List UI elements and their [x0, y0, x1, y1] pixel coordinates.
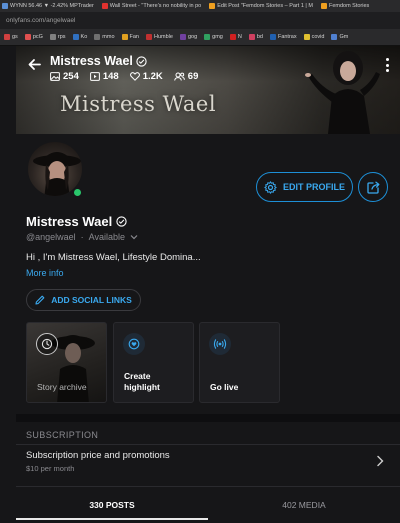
subscription-price-row[interactable]: Subscription price and promotions $10 pe…: [16, 445, 400, 481]
browser-tab-strip: WYNN 56.46 ▼ -2.42% MPTrader Wall Street…: [0, 0, 400, 12]
subscription-title: Subscription price and promotions: [26, 450, 170, 461]
separator-dot: ·: [80, 232, 84, 242]
tab-favicon-icon: [209, 3, 216, 9]
video-icon: [89, 72, 100, 81]
clock-icon: [36, 333, 58, 355]
pencil-icon: [35, 295, 45, 305]
subscription-price: $10 per month: [26, 464, 75, 473]
add-social-links-button[interactable]: ADD SOCIAL LINKS: [26, 289, 141, 311]
profile-page: Mistress Wael Mistress Wael 254 148 1.2K…: [16, 46, 400, 523]
bookmark-favicon-icon: [269, 34, 276, 40]
header-info: Mistress Wael 254 148 1.2K 69: [50, 54, 198, 82]
bookmark-item[interactable]: gmg: [204, 34, 223, 40]
users-icon: [173, 72, 185, 81]
back-button[interactable]: [26, 56, 42, 72]
browser-tab[interactable]: Edit Post "Femdom Stories – Part 1 | M: [209, 3, 313, 9]
address-bar[interactable]: onlyfans.com/angelwael: [0, 12, 400, 29]
bookmark-favicon-icon: [331, 34, 338, 40]
bookmark-item[interactable]: pcG: [24, 34, 43, 40]
bookmark-item[interactable]: Fantrax: [269, 34, 297, 40]
stat-photos: 254: [50, 71, 79, 82]
cover-header: Mistress Wael 254 148 1.2K 69: [16, 46, 400, 82]
bookmark-favicon-icon: [72, 34, 79, 40]
bookmark-favicon-icon: [121, 34, 128, 40]
share-button[interactable]: [358, 172, 388, 202]
more-options-icon[interactable]: [384, 58, 390, 72]
tab-favicon-icon: [101, 3, 108, 9]
bookmark-favicon-icon: [49, 34, 56, 40]
browser-tab[interactable]: Wall Street - "There's no nobility in po: [101, 3, 201, 9]
create-highlight-tile[interactable]: Create highlight: [113, 322, 194, 403]
tab-favicon-icon: [2, 3, 8, 9]
bookmark-favicon-icon: [248, 34, 255, 40]
heart-circle-icon: [123, 333, 145, 355]
bookmark-item[interactable]: gog: [179, 34, 197, 40]
bookmark-favicon-icon: [303, 34, 310, 40]
bookmark-favicon-icon: [24, 34, 31, 40]
go-live-label: Go live: [210, 382, 239, 392]
more-info-link[interactable]: More info: [26, 268, 64, 278]
bookmark-item[interactable]: Gm: [331, 34, 348, 40]
cover-title: Mistress Wael: [60, 92, 217, 116]
verified-icon: [116, 216, 127, 227]
bookmark-favicon-icon: [4, 34, 10, 40]
chevron-right-icon: [377, 455, 384, 467]
bookmark-item[interactable]: rps: [49, 34, 66, 40]
browser-tab[interactable]: Femdom Stories: [320, 3, 369, 9]
stat-likes: 1.2K: [129, 71, 163, 82]
gear-icon: [264, 180, 277, 194]
chevron-down-icon[interactable]: [130, 234, 138, 240]
bookmark-item[interactable]: bd: [248, 34, 263, 40]
heart-icon: [129, 72, 140, 81]
bookmark-item[interactable]: gs: [4, 34, 18, 40]
bookmarks-bar: gs pcG rps Ko mmo Fan Humble gog gmg N b…: [0, 29, 400, 46]
broadcast-icon: [209, 333, 231, 355]
bookmark-favicon-icon: [204, 34, 211, 40]
share-icon: [366, 181, 379, 194]
online-status-dot: [72, 187, 83, 198]
url-text: onlyfans.com/angelwael: [6, 17, 76, 24]
browser-window: WYNN 56.46 ▼ -2.42% MPTrader Wall Street…: [0, 0, 400, 523]
bookmark-item[interactable]: covid: [303, 34, 324, 40]
browser-tab[interactable]: WYNN 56.46 ▼ -2.42% MPTrader: [2, 3, 94, 9]
tab-favicon-icon: [320, 3, 327, 9]
arrow-left-icon: [28, 58, 41, 70]
verified-icon: [136, 55, 147, 67]
bookmark-favicon-icon: [229, 34, 236, 40]
handle-row: @angelwael · Available: [26, 232, 138, 242]
stat-videos: 148: [89, 71, 119, 82]
story-archive-tile[interactable]: Story archive: [26, 322, 107, 403]
image-icon: [50, 72, 60, 81]
tab-media[interactable]: 402 MEDIA: [208, 487, 400, 523]
bookmark-favicon-icon: [94, 34, 101, 40]
section-divider: [16, 414, 400, 422]
bookmark-item[interactable]: N: [229, 34, 242, 40]
bookmark-favicon-icon: [146, 34, 152, 40]
stat-fans: 69: [173, 71, 198, 82]
bookmark-item[interactable]: Humble: [146, 34, 173, 40]
bookmark-favicon-icon: [179, 34, 186, 40]
profile-handle: @angelwael: [26, 232, 76, 242]
create-highlight-label: Create highlight: [124, 371, 160, 392]
go-live-tile[interactable]: Go live: [199, 322, 280, 403]
edit-profile-button[interactable]: EDIT PROFILE: [256, 172, 353, 202]
availability-status[interactable]: Available: [89, 232, 125, 242]
content-tabs: 330 POSTS 402 MEDIA: [16, 486, 400, 523]
bookmark-item[interactable]: Ko: [72, 34, 87, 40]
profile-stats: 254 148 1.2K 69: [50, 71, 198, 82]
cover-banner: Mistress Wael Mistress Wael 254 148 1.2K…: [16, 46, 400, 134]
subscription-heading: SUBSCRIPTION: [26, 430, 99, 440]
header-name: Mistress Wael: [50, 54, 198, 68]
tab-posts[interactable]: 330 POSTS: [16, 487, 208, 523]
story-archive-label: Story archive: [37, 382, 87, 392]
profile-name: Mistress Wael: [26, 214, 127, 229]
bookmark-item[interactable]: Fan: [121, 34, 139, 40]
profile-bio: Hi , I'm Mistress Wael, Lifestyle Domina…: [26, 252, 201, 263]
bookmark-item[interactable]: mmo: [94, 34, 115, 40]
